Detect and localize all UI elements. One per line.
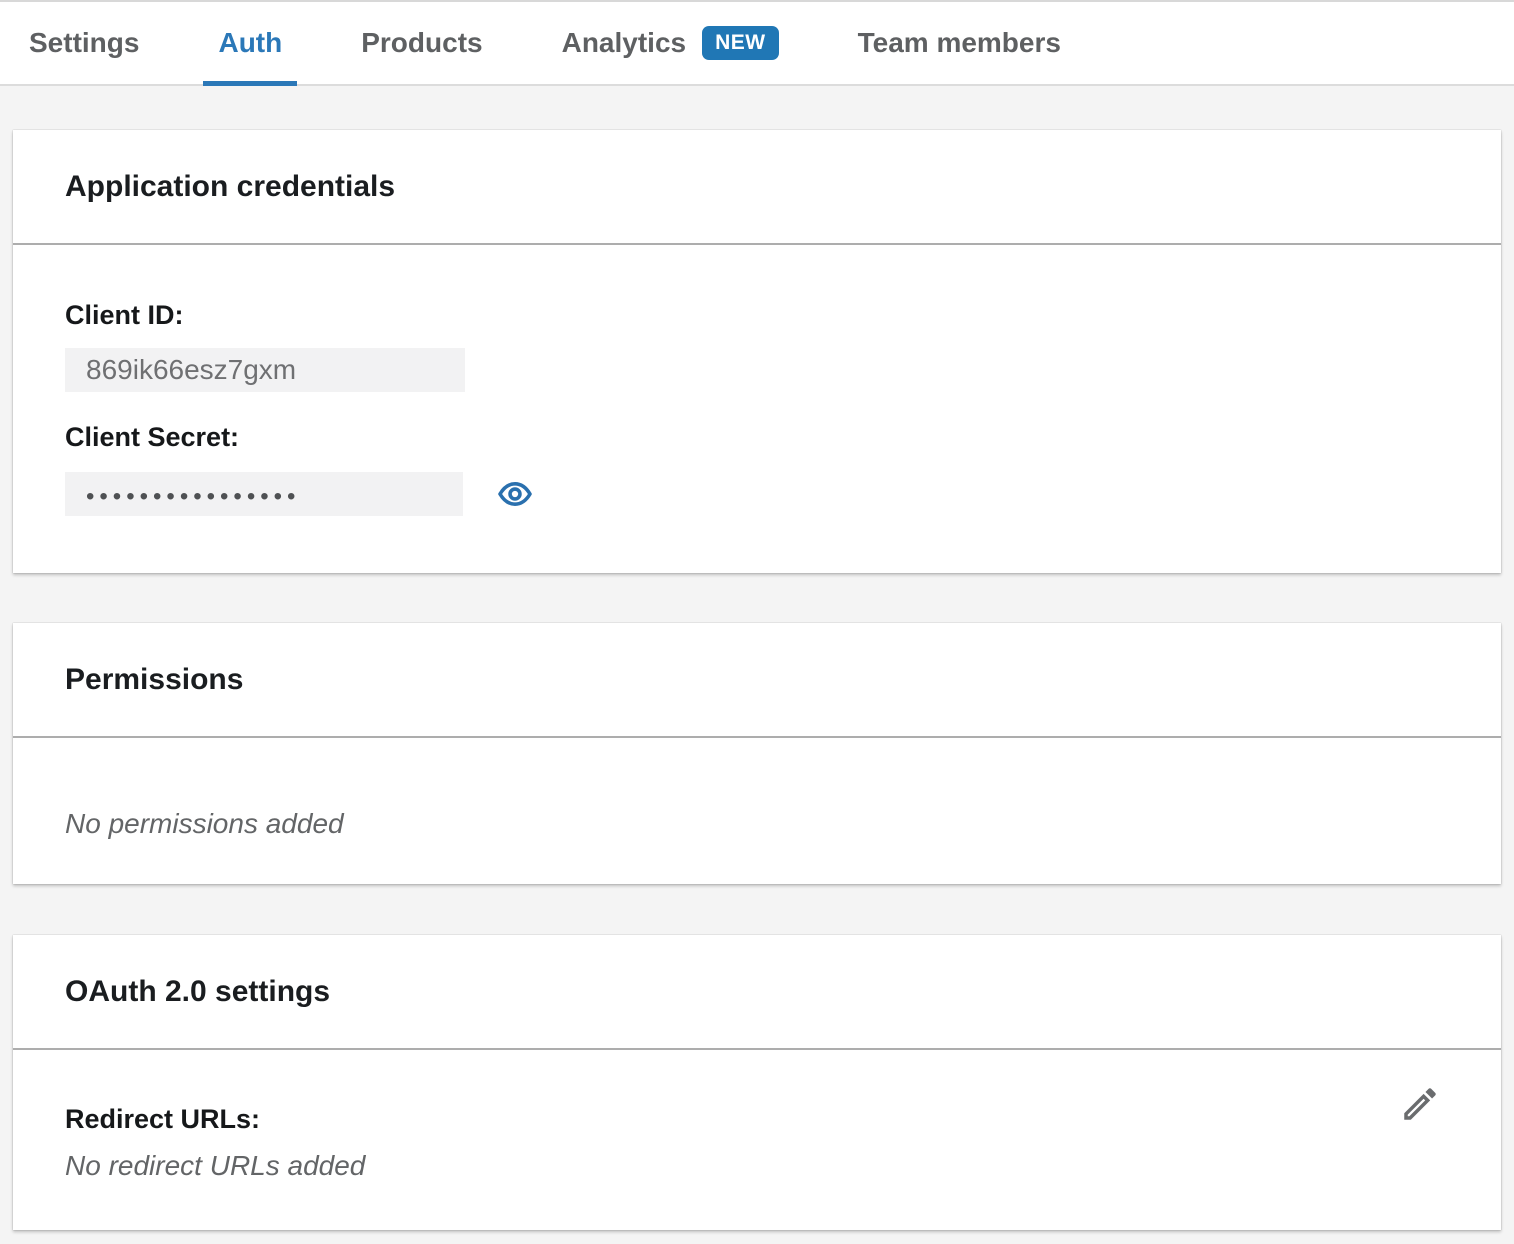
permissions-card: Permissions No permissions added xyxy=(13,623,1501,884)
tab-auth-label: Auth xyxy=(218,27,282,59)
oauth-settings-title: OAuth 2.0 settings xyxy=(13,935,1501,1050)
edit-redirect-urls-button[interactable] xyxy=(1397,1081,1443,1127)
tab-bar: Settings Auth Products Analytics NEW Tea… xyxy=(0,0,1514,86)
tab-auth[interactable]: Auth xyxy=(203,2,297,84)
permissions-empty-text: No permissions added xyxy=(65,808,1449,840)
tab-analytics-label: Analytics xyxy=(562,27,687,59)
eye-icon xyxy=(497,476,533,512)
tab-products[interactable]: Products xyxy=(346,2,497,84)
tab-settings[interactable]: Settings xyxy=(14,2,154,84)
tab-team-members-label: Team members xyxy=(858,27,1061,59)
redirect-urls-label: Redirect URLs: xyxy=(65,1102,1449,1136)
tab-products-label: Products xyxy=(361,27,482,59)
client-secret-field[interactable]: •••••••••••••••• xyxy=(65,472,463,516)
tab-settings-label: Settings xyxy=(29,27,139,59)
tab-team-members[interactable]: Team members xyxy=(843,2,1076,84)
pencil-icon xyxy=(1399,1083,1441,1125)
redirect-urls-empty-text: No redirect URLs added xyxy=(65,1150,1449,1182)
client-secret-label: Client Secret: xyxy=(65,420,1449,454)
oauth-settings-card: OAuth 2.0 settings Redirect URLs: No red… xyxy=(13,935,1501,1230)
new-badge: NEW xyxy=(702,26,779,60)
reveal-secret-button[interactable] xyxy=(495,474,535,514)
permissions-title: Permissions xyxy=(13,623,1501,738)
client-id-label: Client ID: xyxy=(65,298,1449,332)
application-credentials-card: Application credentials Client ID: 869ik… xyxy=(13,130,1501,573)
application-credentials-title: Application credentials xyxy=(13,130,1501,245)
client-id-field[interactable]: 869ik66esz7gxm xyxy=(65,348,465,392)
tab-analytics[interactable]: Analytics NEW xyxy=(547,2,794,84)
